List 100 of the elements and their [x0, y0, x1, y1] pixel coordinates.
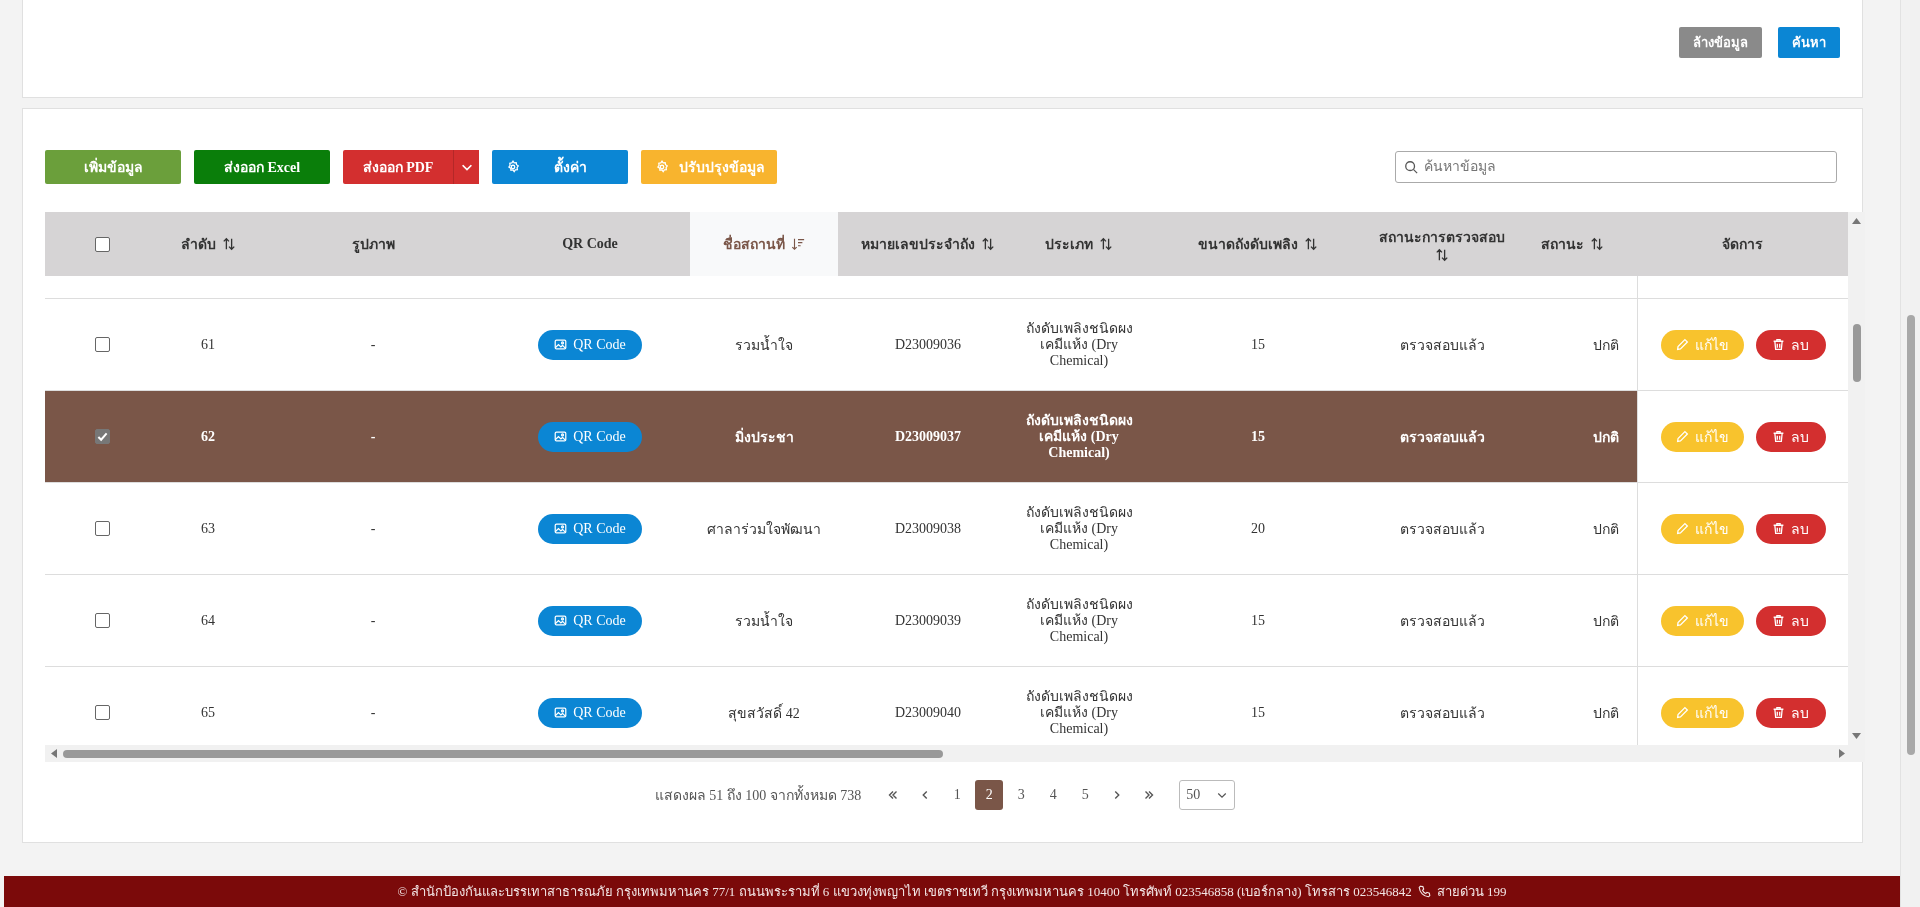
table-header-cell[interactable]: สถานะ	[1508, 212, 1637, 276]
qr-code-button[interactable]: QR Code	[538, 421, 642, 452]
page-button[interactable]: 1	[943, 780, 972, 810]
image-icon	[554, 614, 568, 627]
delete-button[interactable]: ลบ	[1755, 513, 1826, 544]
table-cell: D23009040	[894, 704, 962, 721]
scroll-left-icon[interactable]	[51, 749, 57, 758]
delete-button[interactable]: ลบ	[1755, 329, 1826, 360]
table-cell-text: ปกติ	[1593, 704, 1619, 723]
qr-code-button[interactable]: QR Code	[538, 513, 642, 544]
table-cell: 62	[201, 428, 215, 445]
table-header-cell[interactable]: สถานะการตรวจสอบ	[1376, 212, 1508, 276]
table-cell-text: ตรวจสอบแล้ว	[1399, 704, 1485, 723]
select-all-checkbox[interactable]	[95, 236, 110, 252]
table-cell-text: ปกติ	[1593, 428, 1619, 447]
sort-icon[interactable]	[981, 237, 995, 251]
phone-icon	[1417, 885, 1431, 898]
page-button[interactable]: 2	[975, 780, 1004, 810]
trash-icon	[1772, 522, 1785, 535]
column-header: ขนาดถังดับเพลิง	[1198, 236, 1298, 254]
qr-code-button[interactable]: QR Code	[538, 605, 642, 636]
table-cell-text: ตรวจสอบแล้ว	[1399, 428, 1485, 447]
sort-icon[interactable]	[1099, 237, 1113, 251]
table-cell-text: ถังดับเพลิงชนิดผงเคมีแห้ง (Dry Chemical)	[1024, 504, 1134, 553]
row-checkbox[interactable]	[95, 705, 110, 720]
table-cell: D23009038	[894, 520, 962, 537]
gear-icon	[655, 160, 669, 174]
table-header-cell[interactable]: ประเภท	[1018, 212, 1140, 276]
table-cell-text: ตรวจสอบแล้ว	[1399, 336, 1485, 355]
image-icon	[554, 338, 568, 351]
sort-icon[interactable]	[1304, 237, 1318, 251]
table-cell-text: รวมน้ำใจ	[735, 334, 793, 355]
row-checkbox[interactable]	[95, 521, 110, 536]
table-cell: 61	[201, 336, 215, 353]
trash-icon	[1772, 338, 1785, 351]
page-button[interactable]: 5	[1071, 780, 1100, 810]
table-cell-text: ปกติ	[1593, 336, 1619, 355]
scroll-up-icon[interactable]	[1852, 218, 1861, 224]
scrollbar-thumb[interactable]	[1852, 324, 1861, 382]
add-button[interactable]: เพิ่มข้อมูล	[45, 150, 181, 184]
horizontal-scrollbar[interactable]	[45, 745, 1865, 762]
table-header-cell[interactable]: ขนาดถังดับเพลิง	[1140, 212, 1376, 276]
row-checkbox[interactable]	[95, 337, 110, 352]
table-cell-text: ศาลาร่วมใจพัฒนา	[707, 520, 821, 539]
table-cell: -	[370, 520, 376, 537]
delete-button[interactable]: ลบ	[1755, 697, 1826, 728]
table-cell: 15	[1251, 704, 1265, 721]
table-cell-text: ถังดับเพลิงชนิดผงเคมีแห้ง (Dry Chemical)	[1024, 320, 1134, 369]
row-checkbox[interactable]	[95, 613, 110, 628]
pencil-icon	[1675, 430, 1689, 443]
delete-button[interactable]: ลบ	[1755, 605, 1826, 636]
table-cell: 15	[1251, 612, 1265, 629]
table-header-cell[interactable]: หมายเลขประจำถัง	[838, 212, 1018, 276]
export-excel-button[interactable]: ส่งออก Excel	[194, 150, 330, 184]
column-header: หมายเลขประจำถัง	[861, 236, 975, 254]
page-button[interactable]: 4	[1039, 780, 1068, 810]
pencil-icon	[1675, 338, 1689, 351]
qr-code-button[interactable]: QR Code	[538, 697, 642, 728]
column-header: ลำดับ	[180, 236, 216, 254]
clear-button[interactable]: ล้างข้อมูล	[1679, 27, 1762, 58]
table-cell-text: ตรวจสอบแล้ว	[1399, 520, 1485, 539]
column-header: จัดการ	[1722, 236, 1763, 254]
scrollbar-thumb[interactable]	[1906, 315, 1915, 755]
table-cell-text: ปกติ	[1593, 520, 1619, 539]
sort-icon[interactable]	[1435, 248, 1449, 262]
pagination-summary: แสดงผล 51 ถึง 100 จากทั้งหมด 738	[654, 784, 862, 806]
sort-icon[interactable]	[221, 237, 236, 251]
trash-icon	[1772, 614, 1785, 627]
search-button[interactable]: ค้นหา	[1778, 27, 1840, 58]
search-field[interactable]: ค้นหาข้อมูล	[1395, 151, 1837, 183]
hotline-text: สายด่วน 199	[1436, 883, 1507, 901]
sort-descending-icon[interactable]	[791, 237, 805, 251]
scroll-down-icon[interactable]	[1852, 733, 1861, 739]
column-header: ชื่อสถานที่	[723, 233, 785, 255]
pdf-dropdown-button[interactable]	[453, 150, 479, 184]
delete-button[interactable]: ลบ	[1755, 421, 1826, 452]
sort-icon[interactable]	[1590, 237, 1604, 251]
table-cell: 15	[1251, 336, 1265, 353]
table-cell: 64	[201, 612, 215, 629]
gear-icon	[506, 160, 520, 174]
qr-code-button[interactable]: QR Code	[538, 329, 642, 360]
table-header-cell[interactable]: ลำดับ	[160, 212, 256, 276]
page-button[interactable]: 3	[1007, 780, 1036, 810]
pencil-icon	[1675, 522, 1689, 535]
pencil-icon	[1675, 706, 1689, 719]
column-header: ประเภท	[1045, 236, 1093, 254]
row-checkbox[interactable]	[95, 429, 110, 444]
table-cell-text: ถังดับเพลิงชนิดผงเคมีแห้ง (Dry Chemical)	[1024, 688, 1134, 737]
footer-text: © สำนักป้องกันและบรรเทาสาธารณภัย กรุงเทพมหานคร 77/1 ถนนพระรามที่ 6 แขวงทุ่งพญาไท เขตราชเทวี กรุงเทพมหานคร 10400 โทรศัพท์ 023546858 (เบอร์กลาง) โทรสาร 023546842	[397, 882, 1412, 902]
settings-button[interactable]: ตั้งค่า	[492, 150, 628, 184]
table-cell-text: ถังดับเพลิงชนิดผงเคมีแห้ง (Dry Chemical)	[1024, 596, 1134, 645]
pencil-icon	[1675, 614, 1689, 627]
table-cell: D23009036	[894, 336, 962, 353]
scroll-right-icon[interactable]	[1839, 749, 1845, 758]
page-size-select[interactable]: 50	[1179, 780, 1236, 810]
scrollbar-thumb[interactable]	[63, 749, 943, 758]
table-cell-text: สุขสวัสดิ์ 42	[728, 702, 800, 724]
column-header: สถานะ	[1541, 236, 1584, 254]
export-pdf-button[interactable]: ส่งออก PDF	[343, 150, 453, 184]
table-header-cell[interactable]: ชื่อสถานที่	[690, 212, 838, 276]
